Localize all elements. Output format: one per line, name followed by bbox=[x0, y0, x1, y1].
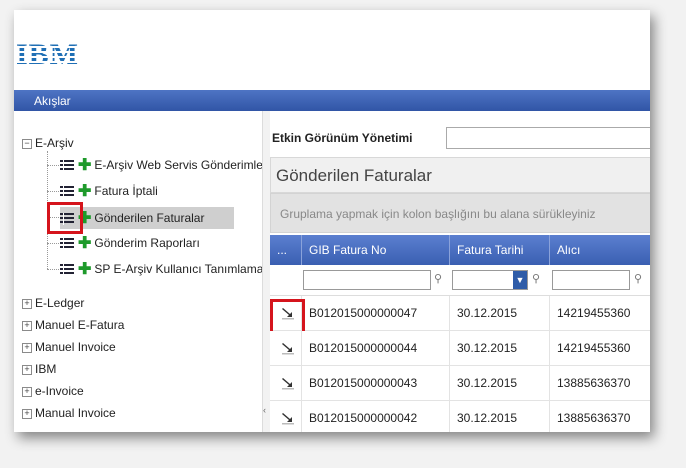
tree-connector bbox=[47, 269, 59, 270]
highlight-box-tree-icon bbox=[47, 202, 83, 234]
expand-icon[interactable]: + bbox=[22, 320, 32, 331]
collapse-icon[interactable]: − bbox=[22, 138, 32, 149]
tree-item-label: Gönderilen Faturalar bbox=[94, 211, 205, 225]
edit-arrow-icon[interactable] bbox=[280, 374, 296, 390]
fatura-tarihi-cell: 30.12.2015 bbox=[450, 331, 550, 365]
tree-item-gonderim-raporlari[interactable]: ✚ Gönderim Raporları bbox=[60, 233, 200, 253]
alici-filter-input[interactable] bbox=[552, 270, 630, 290]
tree-node-manuel-e-fatura[interactable]: + Manuel E-Fatura bbox=[22, 315, 124, 335]
menu-bar: Akışlar bbox=[14, 90, 650, 111]
fatura-tarihi-cell: 30.12.2015 bbox=[450, 296, 550, 330]
tree-node-e-invoice[interactable]: + e-Invoice bbox=[22, 381, 84, 401]
expand-icon[interactable]: + bbox=[22, 386, 32, 397]
expand-icon[interactable]: + bbox=[22, 342, 32, 353]
alici-cell: 13885636370 bbox=[550, 366, 650, 400]
view-management-input[interactable] bbox=[446, 127, 650, 149]
tree-node-label: Manuel Invoice bbox=[35, 340, 116, 354]
view-management-label: Etkin Görünüm Yönetimi bbox=[272, 131, 413, 145]
application-window: IBM Akışlar − E-Arşiv ✚ E-Arşiv Web Servis… bbox=[14, 10, 650, 432]
table-row[interactable]: B012015000000047 30.12.2015 14219455360 bbox=[270, 296, 650, 331]
tree-item-fatura-iptali[interactable]: ✚ Fatura İptali bbox=[60, 181, 158, 201]
tree-node-label: E-Ledger bbox=[35, 296, 85, 310]
tree-node-ibm[interactable]: + IBM bbox=[22, 359, 56, 379]
tree-connector bbox=[47, 243, 59, 244]
tree-node-label: IBM bbox=[35, 362, 57, 376]
add-icon[interactable]: ✚ bbox=[78, 157, 91, 173]
tree-node-label: E-Arşiv bbox=[35, 136, 74, 150]
tree-item-label: SP E-Arşiv Kullanıcı Tanımlama bbox=[94, 262, 264, 276]
add-icon[interactable]: ✚ bbox=[78, 261, 91, 277]
add-icon[interactable]: ✚ bbox=[78, 183, 91, 199]
fatura-tarihi-cell: 30.12.2015 bbox=[450, 401, 550, 432]
navigation-tree: − E-Arşiv ✚ E-Arşiv Web Servis Gönderimle … bbox=[14, 111, 263, 432]
filter-row: ⚲ ▼ ⚲ ⚲ bbox=[270, 265, 650, 296]
tree-item-gonderilen-faturalar[interactable]: ✚ Gönderilen Faturalar bbox=[60, 207, 234, 229]
grid-view-icon bbox=[60, 263, 74, 276]
alici-cell: 13885636370 bbox=[550, 401, 650, 432]
tree-item-label: Fatura İptali bbox=[94, 184, 158, 198]
fatura-tarihi-cell: 30.12.2015 bbox=[450, 366, 550, 400]
tree-node-manual-invoice[interactable]: + Manual Invoice bbox=[22, 403, 116, 423]
tree-item-sp-e-arsiv[interactable]: ✚ SP E-Arşiv Kullanıcı Tanımlama bbox=[60, 259, 263, 279]
gib-fatura-no-cell: B012015000000044 bbox=[302, 331, 450, 365]
expand-icon[interactable]: + bbox=[22, 408, 32, 419]
tree-node-label: Manuel E-Fatura bbox=[35, 318, 125, 332]
tree-node-e-ledger[interactable]: + E-Ledger bbox=[22, 293, 84, 313]
tree-node-e-arsiv[interactable]: − E-Arşiv bbox=[22, 133, 74, 153]
filter-icon[interactable]: ⚲ bbox=[434, 272, 442, 285]
column-header-gib-fatura-no[interactable]: GIB Fatura No bbox=[302, 235, 450, 265]
tree-connector bbox=[47, 191, 59, 192]
tree-item-label: Gönderim Raporları bbox=[94, 236, 200, 250]
column-header-alici[interactable]: Alıcı bbox=[550, 235, 650, 265]
group-by-panel[interactable]: Gruplama yapmak için kolon başlığını bu … bbox=[270, 193, 650, 233]
tree-node-label: Manual Invoice bbox=[35, 406, 116, 420]
tree-item-web-servis[interactable]: ✚ E-Arşiv Web Servis Gönderimle bbox=[60, 155, 263, 175]
chevron-down-icon[interactable]: ▼ bbox=[513, 271, 527, 289]
add-icon[interactable]: ✚ bbox=[78, 235, 91, 251]
ibm-logo: IBM bbox=[16, 40, 78, 70]
main-content: Etkin Görünüm Yönetimi Gönderilen Fatura… bbox=[270, 111, 650, 432]
gib-fatura-no-cell: B012015000000042 bbox=[302, 401, 450, 432]
tree-node-manuel-invoice[interactable]: + Manuel Invoice bbox=[22, 337, 116, 357]
row-action-cell[interactable] bbox=[270, 401, 302, 432]
table-row[interactable]: B012015000000042 30.12.2015 13885636370 bbox=[270, 401, 650, 432]
collapse-arrow-icon[interactable]: ‹ bbox=[263, 405, 266, 415]
highlight-box-row-icon bbox=[270, 299, 305, 335]
tree-node-label: e-Invoice bbox=[35, 384, 84, 398]
table-row[interactable]: B012015000000043 30.12.2015 13885636370 bbox=[270, 366, 650, 401]
gib-fatura-no-cell: B012015000000047 bbox=[302, 296, 450, 330]
grid-view-icon bbox=[60, 159, 74, 172]
alici-cell: 14219455360 bbox=[550, 331, 650, 365]
column-header-actions[interactable]: ... bbox=[270, 235, 302, 265]
row-action-cell[interactable] bbox=[270, 366, 302, 400]
tree-item-label: E-Arşiv Web Servis Gönderimle bbox=[94, 158, 263, 172]
edit-arrow-icon[interactable] bbox=[280, 409, 296, 425]
grid-view-icon bbox=[60, 185, 74, 198]
gib-fatura-no-cell: B012015000000043 bbox=[302, 366, 450, 400]
column-header-fatura-tarihi[interactable]: Fatura Tarihi bbox=[450, 235, 550, 265]
filter-icon[interactable]: ⚲ bbox=[634, 272, 642, 285]
edit-arrow-icon[interactable] bbox=[280, 339, 296, 355]
expand-icon[interactable]: + bbox=[22, 364, 32, 375]
menu-bar-title[interactable]: Akışlar bbox=[34, 94, 71, 108]
panel-title: Gönderilen Faturalar bbox=[270, 157, 650, 193]
gib-fatura-no-filter-input[interactable] bbox=[303, 270, 431, 290]
tree-connector bbox=[47, 165, 59, 166]
filter-icon[interactable]: ⚲ bbox=[532, 272, 540, 285]
table-row[interactable]: B012015000000044 30.12.2015 14219455360 bbox=[270, 331, 650, 366]
logo-text: IBM bbox=[16, 38, 79, 71]
row-action-cell[interactable] bbox=[270, 331, 302, 365]
alici-cell: 14219455360 bbox=[550, 296, 650, 330]
grid-view-icon bbox=[60, 237, 74, 250]
expand-icon[interactable]: + bbox=[22, 298, 32, 309]
fatura-tarihi-filter-select[interactable]: ▼ bbox=[452, 270, 528, 290]
